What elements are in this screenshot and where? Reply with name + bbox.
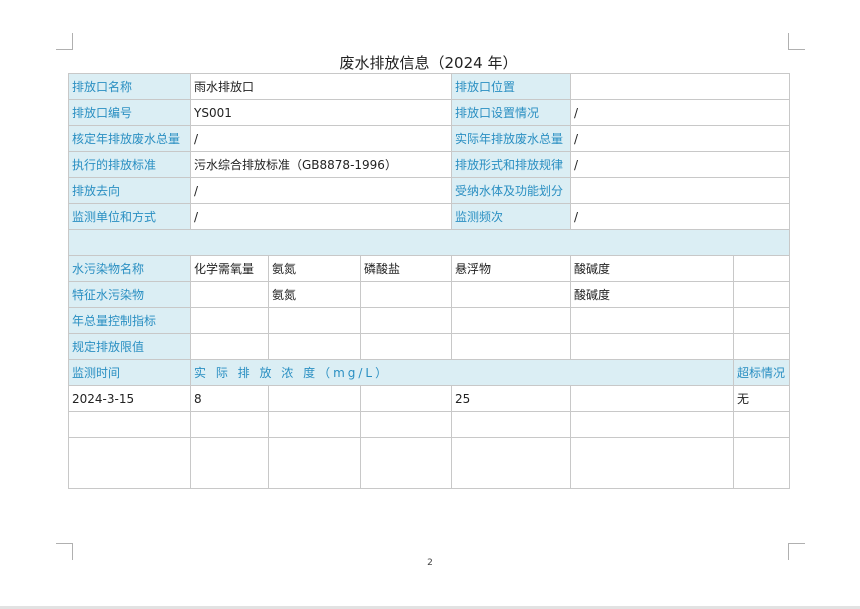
annual-limit-row: 年总量控制指标 bbox=[68, 307, 791, 334]
wastewater-info-table: 排放口名称 雨水排放口 排放口位置 排放口编号 YS001 排放口设置情况 / … bbox=[67, 73, 791, 489]
outlet-setup-label: 排放口设置情况 bbox=[451, 99, 572, 126]
discharge-limit-cell bbox=[570, 333, 735, 360]
empty-cell bbox=[733, 437, 791, 489]
document-page: 废水排放信息（2024 年） 排放口名称 雨水排放口 排放口位置 排放口编号 Y… bbox=[0, 0, 860, 609]
document-title: 废水排放信息（2024 年） bbox=[339, 54, 518, 72]
actual-total-label: 实际年排放废水总量 bbox=[451, 125, 572, 152]
concentration-ammonia bbox=[268, 385, 361, 412]
empty-cell bbox=[451, 437, 572, 489]
actual-total-value: / bbox=[570, 125, 791, 152]
discharge-limit-label: 规定排放限值 bbox=[68, 333, 191, 360]
exceed-value: 无 bbox=[733, 385, 791, 412]
annual-limit-cell bbox=[451, 307, 572, 334]
empty-cell bbox=[268, 437, 361, 489]
concentration-ph bbox=[570, 385, 735, 412]
monitoring-row-empty bbox=[68, 411, 791, 438]
monitoring-row-empty-tall bbox=[68, 437, 791, 489]
destination-label: 排放去向 bbox=[68, 177, 191, 204]
outlet-setup-value: / bbox=[570, 99, 791, 126]
info-row: 排放口名称 雨水排放口 排放口位置 bbox=[68, 73, 791, 100]
separator-row bbox=[67, 229, 791, 256]
monitoring-date: 2024-3-15 bbox=[68, 385, 191, 412]
characteristic-cell: 酸碱度 bbox=[570, 281, 735, 308]
characteristic-label: 特征水污染物 bbox=[68, 281, 191, 308]
empty-cell bbox=[190, 437, 269, 489]
approved-total-value: / bbox=[189, 125, 453, 152]
annual-limit-cell bbox=[359, 307, 453, 334]
outlet-id-value: YS001 bbox=[189, 99, 453, 126]
empty-cell bbox=[359, 437, 453, 489]
receiving-water-value bbox=[570, 177, 791, 204]
pollutant-ammonia: 氨氮 bbox=[268, 255, 361, 282]
concentration-label: 实 际 排 放 浓 度（mg/L） bbox=[189, 359, 735, 386]
pollutant-empty bbox=[733, 255, 791, 282]
separator-band bbox=[67, 229, 791, 256]
outlet-location-label: 排放口位置 bbox=[451, 73, 572, 100]
empty-cell bbox=[359, 411, 453, 438]
destination-value: / bbox=[189, 177, 453, 204]
pollutant-suspended-solids: 悬浮物 bbox=[451, 255, 572, 282]
pollutant-row: 水污染物名称 化学需氧量 氨氮 磷酸盐 悬浮物 酸碱度 bbox=[68, 255, 791, 282]
annual-limit-cell bbox=[268, 307, 361, 334]
standard-label: 执行的排放标准 bbox=[68, 151, 191, 178]
monitoring-time-label: 监测时间 bbox=[68, 359, 191, 386]
pollutant-ph: 酸碱度 bbox=[570, 255, 735, 282]
empty-cell bbox=[68, 411, 191, 438]
monitoring-frequency-label: 监测频次 bbox=[451, 203, 572, 230]
annual-limit-cell bbox=[190, 307, 269, 334]
info-row: 排放口编号 YS001 排放口设置情况 / bbox=[68, 99, 791, 126]
empty-cell bbox=[570, 411, 735, 438]
discharge-pattern-label: 排放形式和排放规律 bbox=[451, 151, 572, 178]
pollutant-name-label: 水污染物名称 bbox=[68, 255, 191, 282]
empty-cell bbox=[733, 411, 791, 438]
characteristic-cell bbox=[733, 281, 791, 308]
empty-cell bbox=[570, 437, 735, 489]
discharge-limit-cell bbox=[733, 333, 791, 360]
empty-cell bbox=[268, 411, 361, 438]
pollutant-cod: 化学需氧量 bbox=[190, 255, 269, 282]
discharge-limit-cell bbox=[359, 333, 453, 360]
pollutant-phosphate: 磷酸盐 bbox=[359, 255, 453, 282]
approved-total-label: 核定年排放废水总量 bbox=[68, 125, 191, 152]
monitoring-unit-label: 监测单位和方式 bbox=[68, 203, 191, 230]
concentration-cod: 8 bbox=[190, 385, 269, 412]
discharge-limit-cell bbox=[190, 333, 269, 360]
exceed-label: 超标情况 bbox=[733, 359, 791, 386]
discharge-limit-row: 规定排放限值 bbox=[68, 333, 791, 360]
discharge-limit-cell bbox=[268, 333, 361, 360]
outlet-location-value bbox=[570, 73, 791, 100]
characteristic-row: 特征水污染物 氨氮 酸碱度 bbox=[68, 281, 791, 308]
discharge-limit-cell bbox=[451, 333, 572, 360]
info-row: 核定年排放废水总量 / 实际年排放废水总量 / bbox=[68, 125, 791, 152]
annual-limit-cell bbox=[733, 307, 791, 334]
empty-cell bbox=[451, 411, 572, 438]
concentration-phosphate bbox=[359, 385, 453, 412]
annual-limit-label: 年总量控制指标 bbox=[68, 307, 191, 334]
receiving-water-label: 受纳水体及功能划分 bbox=[451, 177, 572, 204]
info-row: 执行的排放标准 污水综合排放标准（GB8878-1996） 排放形式和排放规律 … bbox=[68, 151, 791, 178]
monitoring-frequency-value: / bbox=[570, 203, 791, 230]
info-row: 监测单位和方式 / 监测频次 / bbox=[68, 203, 791, 230]
characteristic-cell bbox=[451, 281, 572, 308]
annual-limit-cell bbox=[570, 307, 735, 334]
discharge-pattern-value: / bbox=[570, 151, 791, 178]
monitoring-header-row: 监测时间 实 际 排 放 浓 度（mg/L） 超标情况 bbox=[68, 359, 791, 386]
crop-mark-top-right bbox=[788, 33, 805, 50]
crop-mark-top-left bbox=[56, 33, 73, 50]
monitoring-unit-value: / bbox=[189, 203, 453, 230]
concentration-suspended-solids: 25 bbox=[451, 385, 572, 412]
characteristic-cell: 氨氮 bbox=[268, 281, 361, 308]
standard-value: 污水综合排放标准（GB8878-1996） bbox=[189, 151, 453, 178]
empty-cell bbox=[68, 437, 191, 489]
outlet-name-value: 雨水排放口 bbox=[189, 73, 453, 100]
info-row: 排放去向 / 受纳水体及功能划分 bbox=[68, 177, 791, 204]
empty-cell bbox=[190, 411, 269, 438]
characteristic-cell bbox=[359, 281, 453, 308]
monitoring-row: 2024-3-15 8 25 无 bbox=[68, 385, 791, 412]
page-number: 2 bbox=[427, 558, 433, 568]
outlet-id-label: 排放口编号 bbox=[68, 99, 191, 126]
characteristic-cell bbox=[190, 281, 269, 308]
outlet-name-label: 排放口名称 bbox=[68, 73, 191, 100]
